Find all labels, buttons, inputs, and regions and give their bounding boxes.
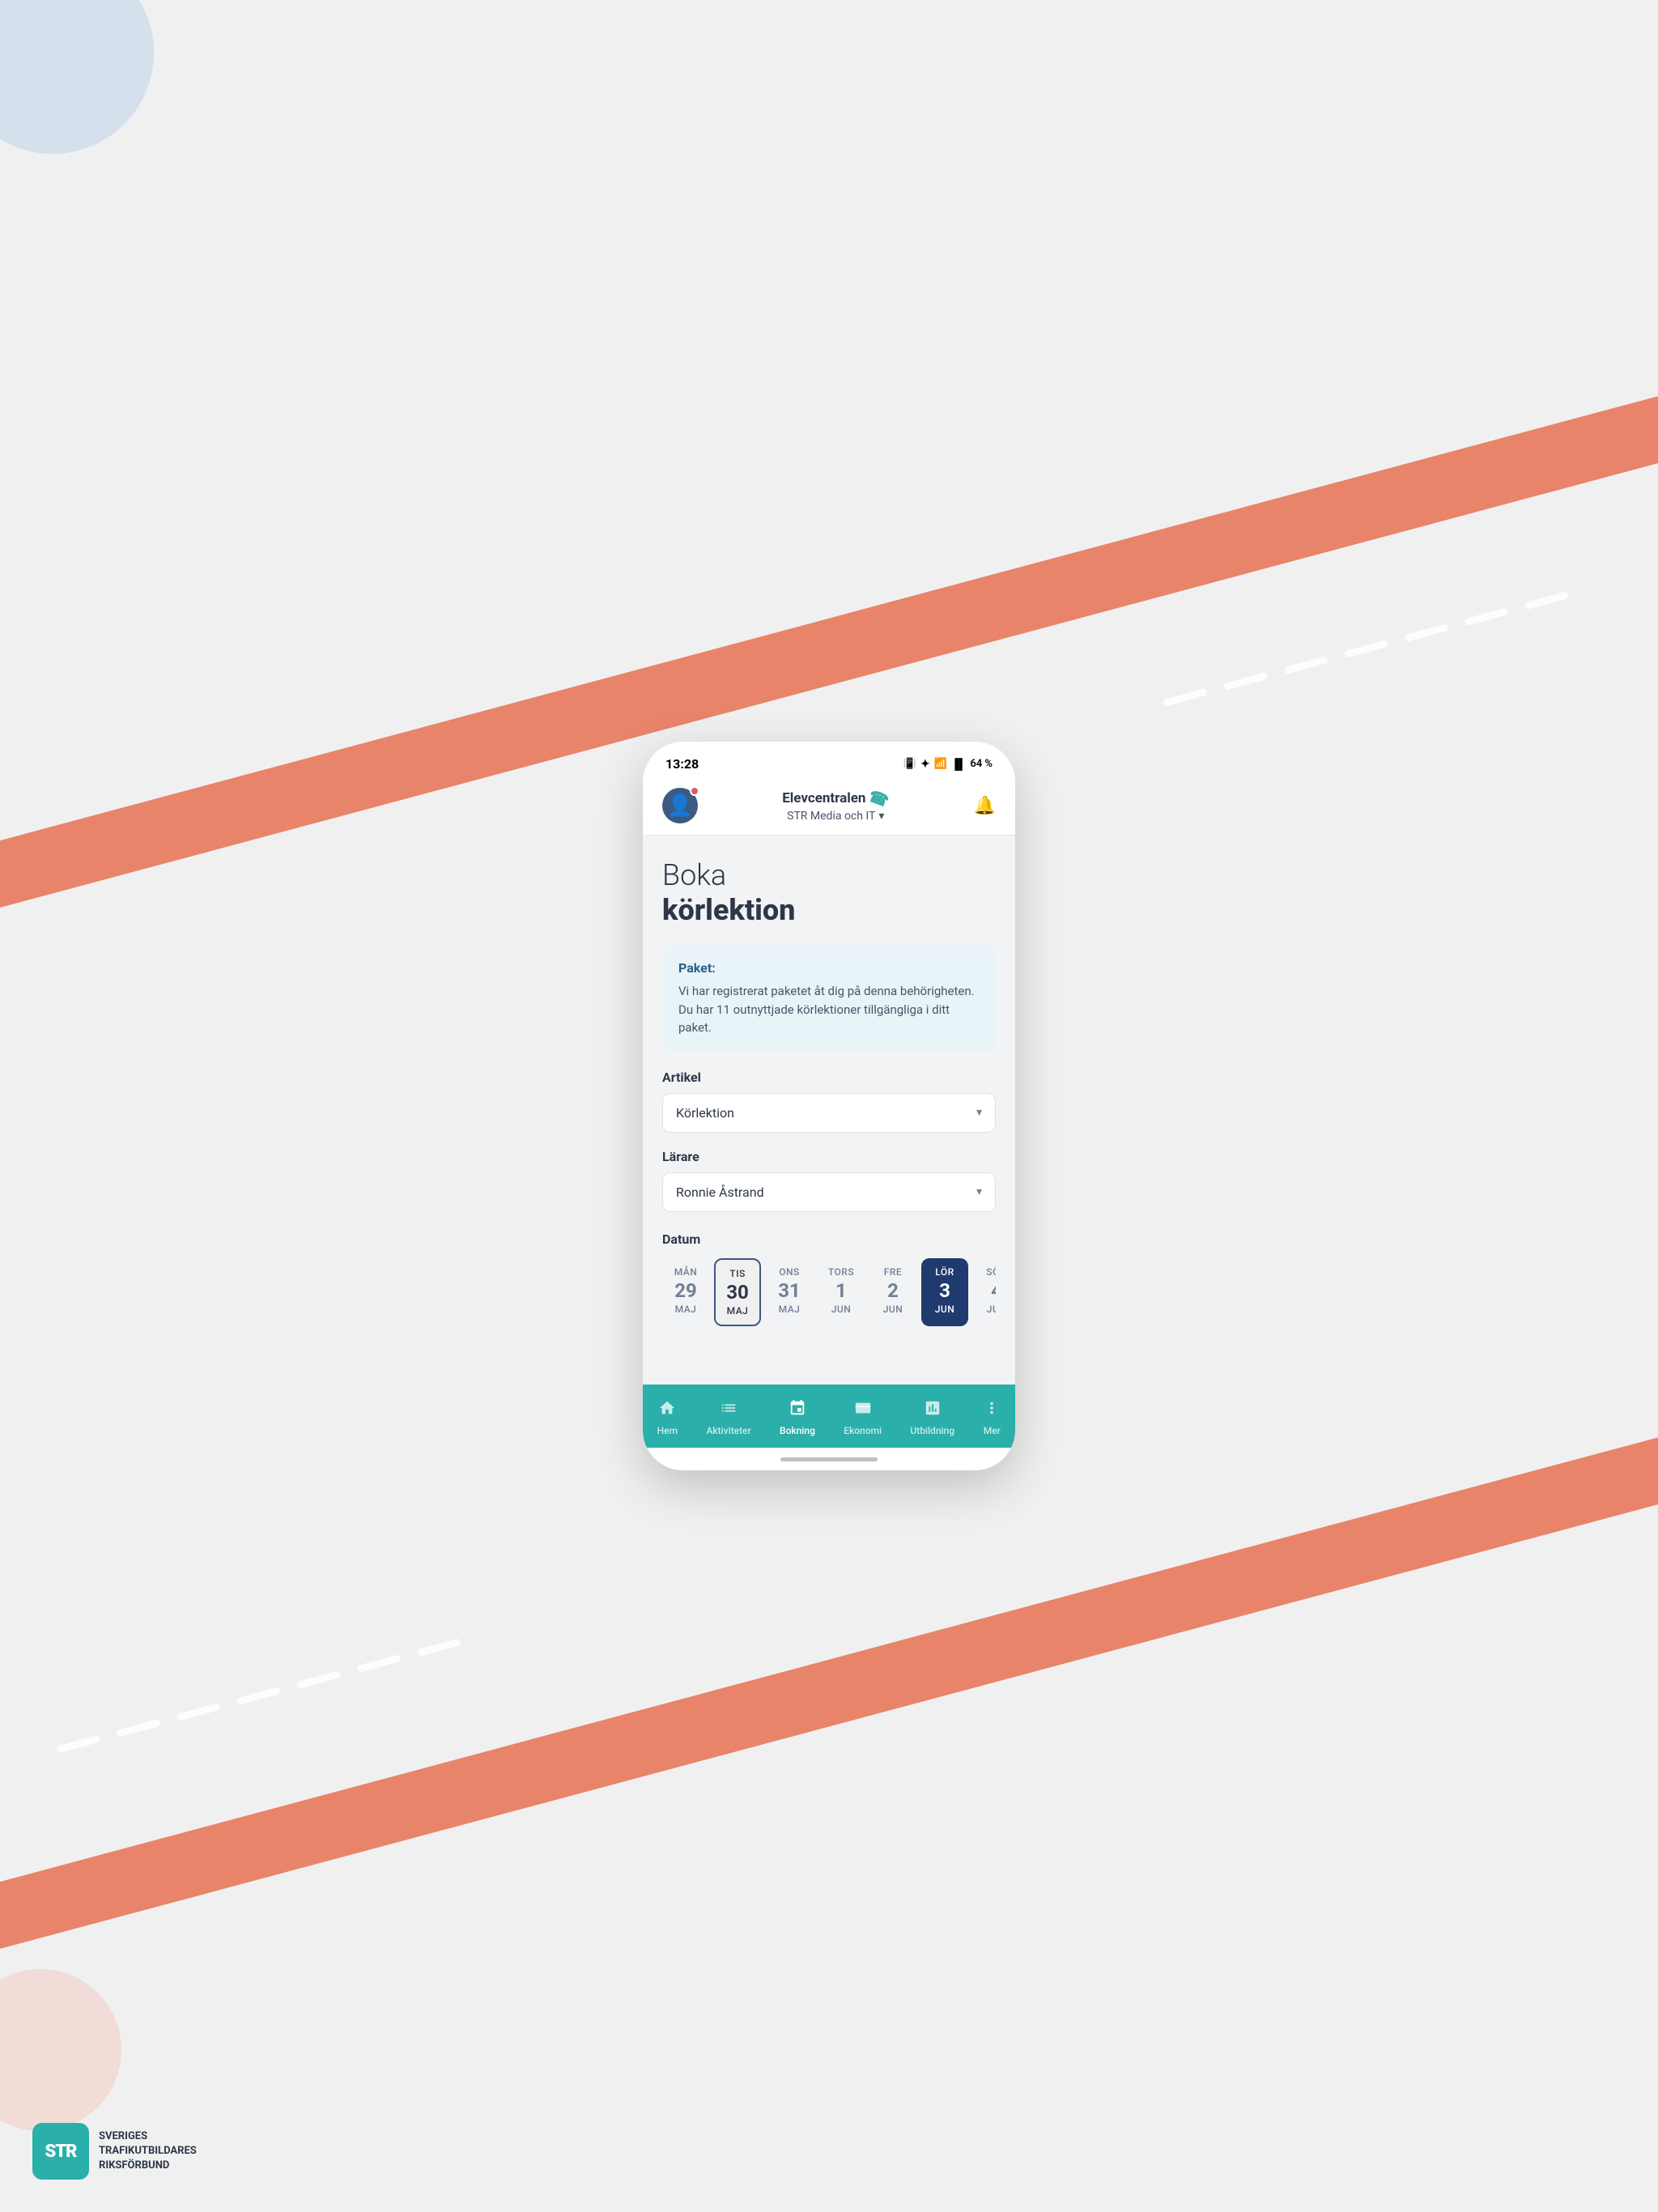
date-month: JUN <box>935 1304 955 1315</box>
date-number: 29 <box>674 1281 697 1300</box>
nav-item-mer[interactable]: Mer <box>973 1396 1010 1440</box>
date-cell-tis[interactable]: TIS 30 MAJ <box>714 1258 761 1326</box>
wifi-icon: 📶 <box>934 758 947 770</box>
date-day-name: LÖR <box>935 1266 954 1278</box>
bokning-nav-label: Bokning <box>780 1425 815 1436</box>
avatar[interactable]: 👤 <box>662 788 698 823</box>
date-cell-mån[interactable]: MÅN 29 MAJ <box>662 1258 709 1326</box>
date-day-name: FRE <box>884 1266 902 1278</box>
mer-nav-icon <box>983 1399 1001 1422</box>
date-number: 31 <box>778 1281 801 1300</box>
date-day-name: TORS <box>828 1266 854 1278</box>
status-time: 13:28 <box>665 756 699 772</box>
date-day-name: SÖN <box>986 1266 996 1278</box>
signal-icon: ▐▌ <box>951 758 966 771</box>
date-month: JUN <box>831 1304 852 1315</box>
artikel-chevron-icon: ▾ <box>976 1106 982 1119</box>
utbildning-nav-label: Utbildning <box>910 1425 954 1436</box>
status-bar: 13:28 📳 ✦ 📶 ▐▌ 64 % <box>643 742 1015 780</box>
bluetooth-icon: ✦ <box>920 758 930 771</box>
vibrate-icon: 📳 <box>903 758 916 770</box>
app-title: Elevcentralen ☎ <box>782 789 889 808</box>
status-icons: 📳 ✦ 📶 ▐▌ 64 % <box>903 758 993 771</box>
info-box-title: Paket: <box>678 960 980 976</box>
date-number: 1 <box>835 1281 847 1300</box>
nav-center: Elevcentralen ☎ STR Media och IT ▾ <box>782 789 889 823</box>
date-number: 30 <box>726 1283 749 1302</box>
notification-badge <box>690 786 699 796</box>
date-cell-sön[interactable]: SÖN 4 JUN <box>973 1258 996 1326</box>
date-row: MÅN29MAJTIS30MAJONS31MAJTORS1JUNFRE2JUNL… <box>662 1258 996 1326</box>
date-day-name: ONS <box>779 1266 800 1278</box>
date-month: MAJ <box>779 1304 801 1315</box>
nav-subtitle[interactable]: STR Media och IT ▾ <box>787 810 884 823</box>
str-logo: STR <box>32 2123 89 2180</box>
nav-item-aktiviteter[interactable]: Aktiviteter <box>696 1396 760 1440</box>
date-day-name: TIS <box>729 1268 745 1279</box>
date-month: JUN <box>883 1304 903 1315</box>
mer-nav-label: Mer <box>984 1425 1001 1436</box>
ekonomi-nav-icon <box>854 1399 872 1422</box>
bokning-nav-icon <box>789 1399 806 1422</box>
date-cell-tors[interactable]: TORS 1 JUN <box>818 1258 865 1326</box>
main-content: Boka körlektion Paket: Vi har registrera… <box>643 836 1015 1385</box>
nav-item-utbildning[interactable]: Utbildning <box>900 1396 964 1440</box>
date-month: MAJ <box>727 1305 749 1317</box>
nav-item-ekonomi[interactable]: Ekonomi <box>834 1396 891 1440</box>
aktiviteter-nav-label: Aktiviteter <box>706 1425 750 1436</box>
date-number: 2 <box>887 1281 899 1300</box>
larare-value: Ronnie Åstrand <box>676 1185 764 1200</box>
info-box-text: Vi har registrerat paketet åt dig på den… <box>678 982 980 1037</box>
info-box: Paket: Vi har registrerat paketet åt dig… <box>662 946 996 1052</box>
date-number: 3 <box>939 1281 950 1300</box>
battery-icon: 64 % <box>970 758 993 770</box>
date-cell-fre[interactable]: FRE 2 JUN <box>869 1258 916 1326</box>
hem-nav-icon <box>658 1399 676 1422</box>
nav-item-bokning[interactable]: Bokning <box>770 1396 825 1440</box>
ekonomi-nav-label: Ekonomi <box>844 1425 882 1436</box>
artikel-value: Körlektion <box>676 1105 734 1121</box>
phone-icon: ☎ <box>866 785 892 810</box>
home-indicator <box>643 1448 1015 1470</box>
phone-frame: 13:28 📳 ✦ 📶 ▐▌ 64 % 👤 Ele <box>643 742 1015 1470</box>
larare-select[interactable]: Ronnie Åstrand ▾ <box>662 1172 996 1212</box>
dropdown-arrow-icon: ▾ <box>878 810 884 823</box>
hem-nav-label: Hem <box>657 1425 678 1436</box>
logo-text: SVERIGES TRAFIKUTBILDARES RIKSFÖRBUND <box>99 2129 197 2174</box>
date-cell-lör[interactable]: LÖR 3 JUN <box>921 1258 968 1326</box>
home-bar <box>780 1457 878 1461</box>
date-month: MAJ <box>675 1304 697 1315</box>
date-cell-ons[interactable]: ONS 31 MAJ <box>766 1258 813 1326</box>
date-day-name: MÅN <box>674 1266 698 1278</box>
utbildning-nav-icon <box>924 1399 942 1422</box>
date-number: 4 <box>991 1281 996 1300</box>
nav-item-hem[interactable]: Hem <box>648 1396 687 1440</box>
artikel-label: Artikel <box>662 1070 996 1085</box>
date-month: JUN <box>987 1304 996 1315</box>
artikel-select[interactable]: Körlektion ▾ <box>662 1093 996 1133</box>
larare-label: Lärare <box>662 1149 996 1164</box>
bottom-navigation: Hem Aktiviteter Bokning Ekonomi Utbildning Me… <box>643 1385 1015 1448</box>
top-navigation: 👤 Elevcentralen ☎ STR Media och IT ▾ 🔔 <box>643 780 1015 836</box>
datum-label: Datum <box>662 1231 996 1247</box>
str-logo-area: STR SVERIGES TRAFIKUTBILDARES RIKSFÖRBUN… <box>32 2123 197 2180</box>
larare-chevron-icon: ▾ <box>976 1185 982 1198</box>
aktiviteter-nav-icon <box>720 1399 738 1422</box>
page-title: Boka körlektion <box>662 858 996 928</box>
notification-bell-icon[interactable]: 🔔 <box>974 796 996 816</box>
